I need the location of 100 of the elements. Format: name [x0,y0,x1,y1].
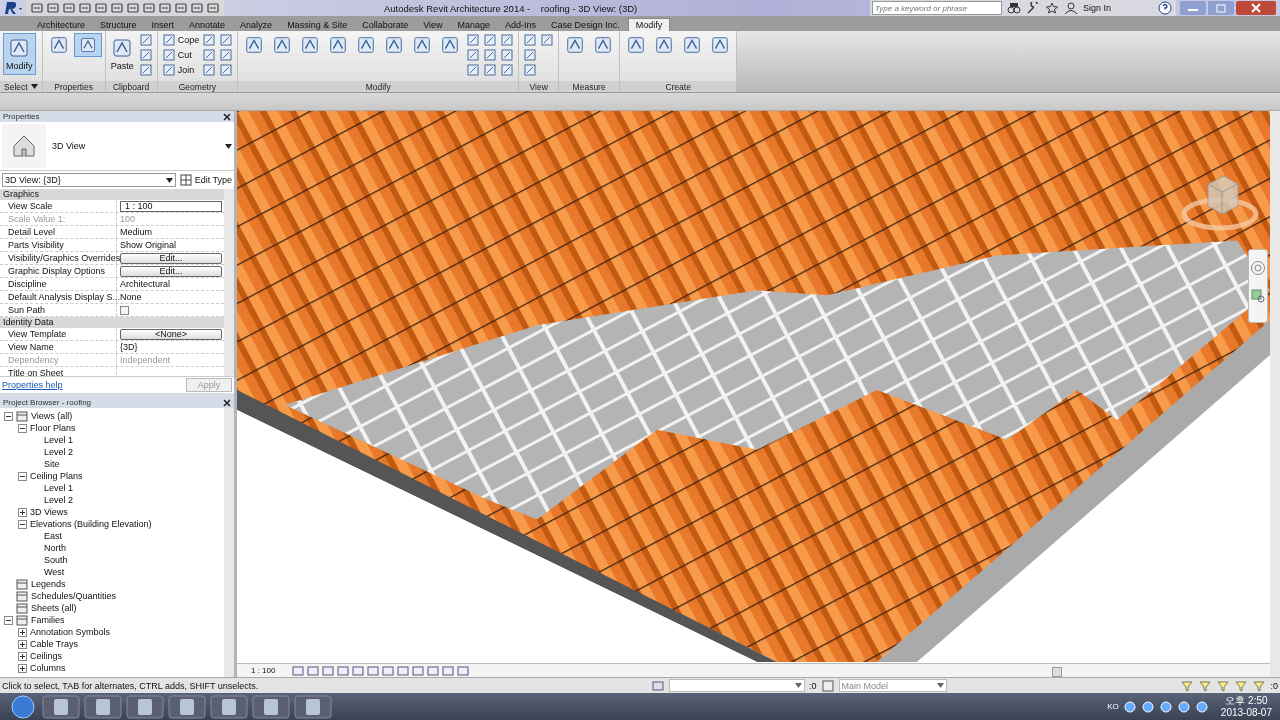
view-scale[interactable]: 1 : 100 [251,666,276,675]
expand-icon[interactable] [18,663,27,673]
taskbar-app-icon[interactable] [42,694,80,719]
tree-item[interactable]: Elevations (Building Elevation) [30,519,152,529]
tree-item[interactable]: Sheets (all) [31,603,77,613]
edit-button[interactable]: Edit... [120,265,222,277]
collapse-icon[interactable] [4,411,13,421]
view-control-icon[interactable] [367,665,380,676]
start-button[interactable] [8,693,38,720]
tool-icon[interactable] [499,48,516,62]
collapse-icon[interactable] [4,615,13,625]
tool-icon[interactable] [201,33,218,47]
view-control-icon[interactable] [307,665,320,676]
expand-icon[interactable] [18,639,27,649]
properties-help-link[interactable]: Properties help [2,380,63,390]
tree-item[interactable]: Columns [30,663,66,673]
value-field[interactable]: 1 : 100 [120,200,222,212]
tree-item[interactable]: Views (all) [31,411,73,421]
quick-access-icon[interactable] [46,2,60,14]
tree-item[interactable]: North [44,543,66,553]
quick-access-icon[interactable] [94,2,108,14]
star-icon[interactable] [1045,2,1059,14]
view-control-icon[interactable] [442,665,455,676]
tree-item[interactable]: Floor Plans [30,423,76,433]
tree-item[interactable]: Schedules/Quantities [31,591,117,601]
ribbon-button[interactable]: Join [160,63,201,77]
edit-button[interactable]: <None> [120,328,222,340]
ribbon-button[interactable]: Cope [160,33,201,47]
tray-icon[interactable] [1176,699,1191,714]
tool-icon[interactable] [218,33,235,47]
ribbon-tab[interactable]: Modify [627,18,671,31]
tree-item[interactable]: Annotation Symbols [30,627,111,637]
quick-access-icon[interactable] [78,2,92,14]
tool-icon[interactable] [522,48,539,62]
tool-icon[interactable] [465,48,482,62]
tray-icon[interactable] [1140,699,1155,714]
quick-access-icon[interactable] [174,2,188,14]
ribbon-tab[interactable]: Insert [144,19,182,31]
close-icon[interactable] [223,398,231,407]
design-option-dropdown[interactable]: Main Model [838,679,947,692]
view-control-icon[interactable] [412,665,425,676]
tool-icon[interactable] [137,48,154,62]
minimize-icon[interactable] [1180,1,1206,15]
tray-icon[interactable] [1158,699,1173,714]
application-menu-button[interactable] [0,0,26,16]
tool-icon[interactable] [137,33,154,47]
quick-access-icon[interactable] [158,2,172,14]
collapse-icon[interactable] [18,423,27,433]
ribbon-tab[interactable]: Case Design Inc. [544,19,627,31]
tool-icon[interactable] [137,63,154,77]
ribbon-button[interactable]: Paste [108,33,136,75]
checkbox[interactable] [120,305,129,315]
help-icon[interactable] [1158,1,1172,15]
ribbon-tab[interactable]: Architecture [30,19,93,31]
search-field[interactable]: Type a keyword or phrase [872,1,1002,15]
tool-icon[interactable] [201,48,218,62]
taskbar-app-icon[interactable] [126,694,164,719]
tree-item[interactable]: Families [31,615,65,625]
tree-item[interactable]: Legends [31,579,66,589]
tool-icon[interactable] [482,48,499,62]
close-icon[interactable] [223,112,231,121]
taskbar-app-icon[interactable] [252,694,290,719]
tool-icon[interactable] [465,63,482,77]
input-language[interactable]: KO [1107,702,1119,711]
tool-icon[interactable] [73,33,102,57]
collapse-icon[interactable] [18,519,27,529]
sign-in-link[interactable]: Sign In [1083,3,1153,13]
tree-item[interactable]: Ceiling Plans [30,471,83,481]
view-control-icon[interactable] [382,665,395,676]
view-control-icon[interactable] [292,665,305,676]
edit-type-button[interactable]: Edit Type [179,174,232,186]
quick-access-icon[interactable] [110,2,124,14]
expand-icon[interactable] [18,627,27,637]
tree-item[interactable]: Site [44,459,60,469]
view-control-icon[interactable] [427,665,440,676]
tree-item[interactable]: South [44,555,68,565]
taskbar-app-icon[interactable] [168,694,206,719]
tree-item[interactable]: Cable Trays [30,639,79,649]
tool-icon[interactable] [482,63,499,77]
tool-icon[interactable] [218,48,235,62]
ribbon-tab[interactable]: Analyze [233,19,280,31]
navigation-bar[interactable] [1248,249,1268,323]
caret-icon[interactable] [30,84,38,89]
tool-icon[interactable] [465,33,482,47]
tree-item[interactable]: 3D Views [30,507,68,517]
ribbon-tab[interactable]: Annotate [182,19,233,31]
quick-access-icon[interactable] [30,2,44,14]
group-header[interactable]: Identity Data [0,317,224,328]
expand-icon[interactable] [18,507,27,517]
tree-item[interactable]: Ceilings [30,651,62,661]
caret-icon[interactable] [225,143,232,149]
tool-icon[interactable] [499,63,516,77]
quick-access-icon[interactable] [142,2,156,14]
view-control-icon[interactable] [322,665,335,676]
tree-item[interactable]: Level 1 [44,483,74,493]
view-control-icon[interactable] [397,665,410,676]
panel-title[interactable]: Modify [365,81,391,92]
view-control-icon[interactable] [457,665,470,676]
tool-icon[interactable] [482,33,499,47]
tree-item[interactable]: West [44,567,65,577]
